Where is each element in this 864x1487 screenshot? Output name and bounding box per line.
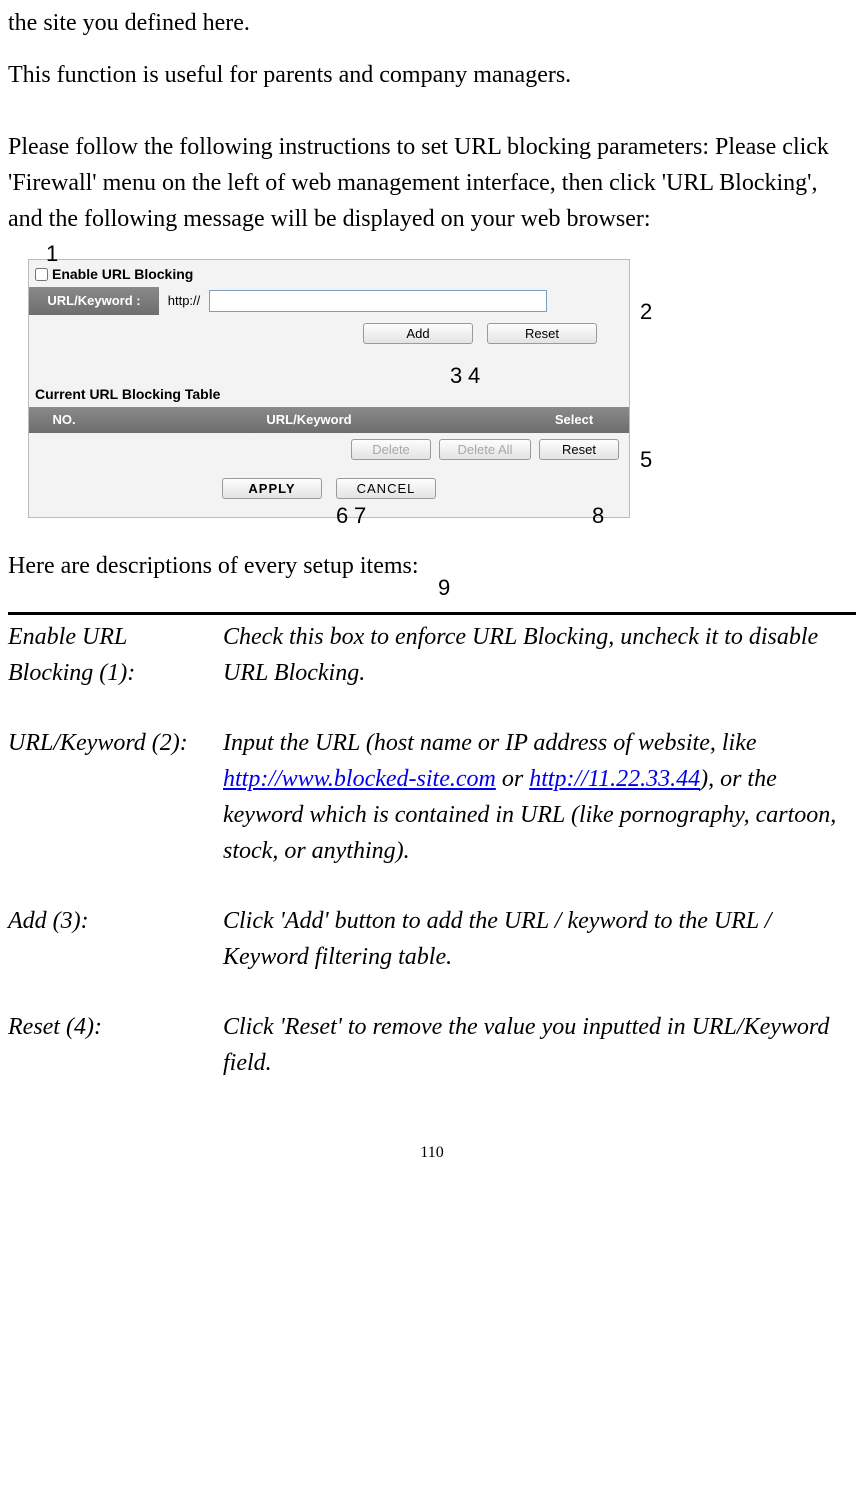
descriptions-intro: Here are descriptions of every setup ite… [8, 548, 856, 584]
reset-button[interactable]: Reset [487, 323, 597, 344]
paragraph-continuation: the site you defined here. [8, 5, 856, 41]
page-number: 110 [8, 1141, 856, 1165]
blocking-table-header: NO. URL/Keyword Select [29, 407, 629, 433]
desc-def-3: Click 'Add' button to add the URL / keyw… [223, 903, 856, 975]
desc-def-2: Input the URL (host name or IP address o… [223, 725, 856, 869]
url-keyword-label: URL/Keyword : [29, 287, 159, 315]
link-blocked-site[interactable]: http://www.blocked-site.com [223, 766, 496, 792]
descriptions-table: Enable URL Blocking (1): Check this box … [8, 619, 856, 1081]
callout-6: 6 [336, 499, 348, 532]
callout-1: 1 [46, 237, 58, 270]
add-button[interactable]: Add [363, 323, 473, 344]
desc-term-2: URL/Keyword (2): [8, 725, 223, 869]
callout-3: 3 [450, 359, 462, 392]
paragraph-instructions: Please follow the following instructions… [8, 129, 856, 237]
cancel-button[interactable]: CANCEL [336, 478, 436, 499]
reset-table-button[interactable]: Reset [539, 439, 619, 460]
link-ip-example[interactable]: http://11.22.33.44 [529, 766, 700, 792]
delete-button[interactable]: Delete [351, 439, 431, 460]
paragraph-usefulness: This function is useful for parents and … [8, 57, 856, 93]
desc-term-1: Enable URL Blocking (1): [8, 619, 223, 691]
url-keyword-input[interactable] [209, 290, 547, 312]
col-url: URL/Keyword [99, 410, 519, 430]
callout-5: 5 [640, 443, 652, 476]
col-select: Select [519, 410, 629, 430]
screenshot-container: 1 2 3 4 5 6 7 8 9 Enable URL Blocking UR… [28, 259, 688, 518]
divider [8, 612, 856, 615]
callout-7: 7 [354, 499, 366, 532]
desc-term-3: Add (3): [8, 903, 223, 975]
callout-9: 9 [438, 571, 450, 604]
delete-all-button[interactable]: Delete All [439, 439, 531, 460]
callout-4: 4 [468, 359, 480, 392]
col-no: NO. [29, 410, 99, 430]
callout-8: 8 [592, 499, 604, 532]
blocking-table-title: Current URL Blocking Table [29, 362, 629, 407]
callout-2: 2 [640, 295, 652, 328]
desc-def-1: Check this box to enforce URL Blocking, … [223, 619, 856, 691]
enable-url-blocking-label: Enable URL Blocking [52, 264, 193, 285]
desc-term-4: Reset (4): [8, 1009, 223, 1081]
url-prefix-text: http:// [159, 291, 209, 311]
desc-def-4: Click 'Reset' to remove the value you in… [223, 1009, 856, 1081]
apply-button[interactable]: APPLY [222, 478, 322, 499]
